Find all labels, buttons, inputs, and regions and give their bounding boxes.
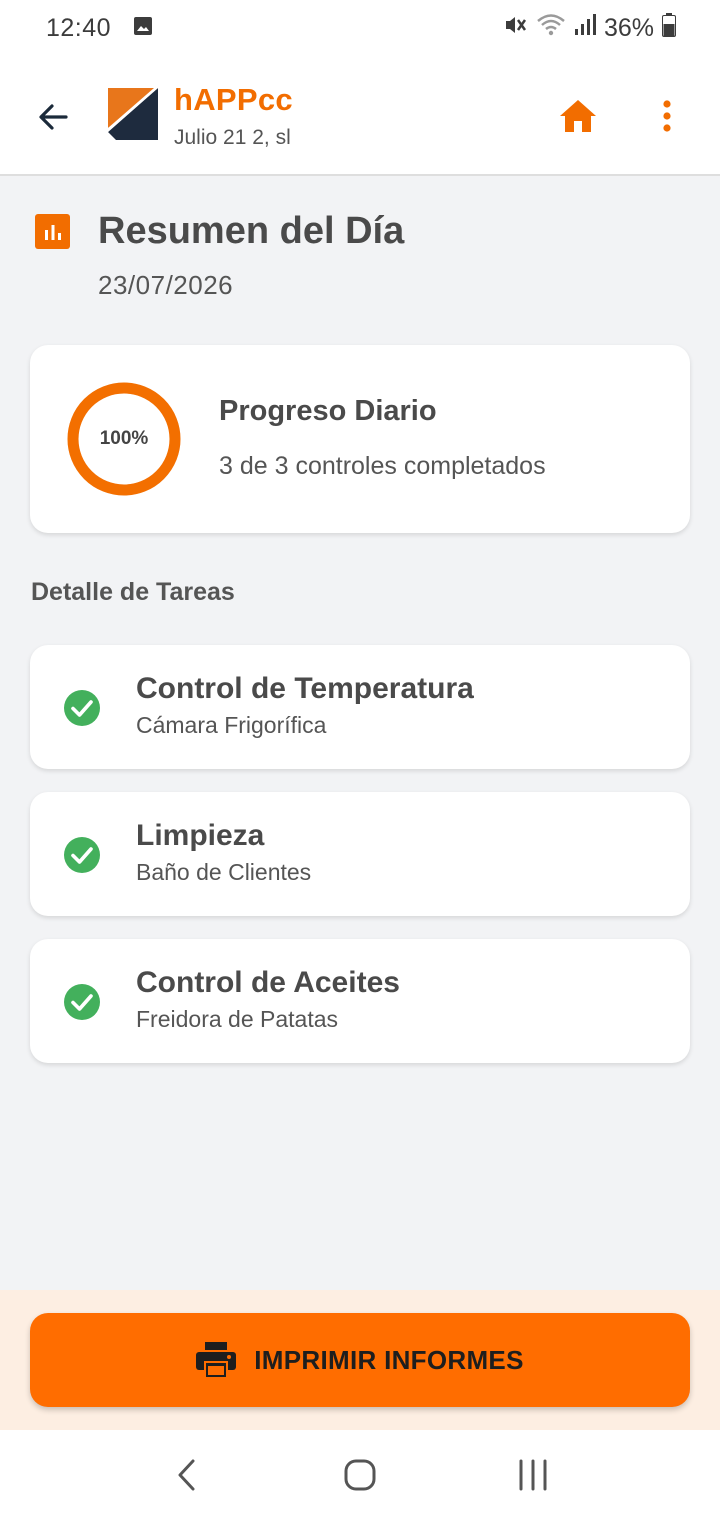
check-circle-icon [64, 984, 100, 1020]
app-logo [108, 88, 158, 140]
nav-recents-button[interactable] [503, 1445, 563, 1505]
section-label: Detalle de Tareas [31, 578, 235, 606]
battery-icon [662, 12, 676, 44]
check-circle-icon [64, 690, 100, 726]
task-title: Control de Aceites [136, 966, 400, 999]
status-time: 12:40 [46, 13, 112, 42]
page-title: Resumen del Día [98, 210, 405, 252]
home-icon [560, 100, 596, 132]
task-card[interactable]: Limpieza Baño de Clientes [30, 792, 690, 916]
battery-percent: 36% [603, 13, 654, 42]
bottom-action-area: IMPRIMIR INFORMES [0, 1290, 720, 1430]
status-bar: 12:40 36% [0, 0, 720, 56]
page-date: 23/07/2026 [98, 270, 234, 300]
task-location: Freidora de Patatas [136, 1006, 339, 1032]
brand: hAPPcc Julio 21 2, sl [174, 82, 293, 150]
task-location: Baño de Clientes [136, 859, 312, 885]
check-circle-icon [64, 837, 100, 873]
screen: 12:40 36% hAPPcc Julio 21 2, sl Resumen … [0, 0, 720, 1520]
brand-name: hAPPcc [174, 82, 293, 117]
progress-percent: 100% [99, 428, 149, 449]
task-title: Limpieza [136, 819, 265, 852]
task-card[interactable]: Control de Temperatura Cámara Frigorífic… [30, 645, 690, 769]
mute-icon [502, 12, 528, 45]
signal-icon [574, 13, 596, 44]
progress-card: 100% Progreso Diario 3 de 3 controles co… [30, 345, 690, 533]
back-arrow-icon [39, 104, 68, 130]
task-title: Control de Temperatura [136, 672, 474, 705]
printer-icon [196, 1342, 237, 1378]
progress-title: Progreso Diario [219, 395, 437, 427]
bar-chart-icon [35, 214, 70, 249]
nav-recents-icon [519, 1459, 547, 1491]
home-button[interactable] [556, 94, 600, 138]
wifi-icon [536, 12, 566, 45]
back-button[interactable] [30, 94, 76, 140]
nav-back-button[interactable] [157, 1445, 217, 1505]
nav-home-icon [344, 1459, 376, 1491]
task-card[interactable]: Control de Aceites Freidora de Patatas [30, 939, 690, 1063]
more-vert-icon [663, 100, 671, 132]
app-bar: hAPPcc Julio 21 2, sl [0, 56, 720, 176]
print-reports-button[interactable]: IMPRIMIR INFORMES [30, 1313, 690, 1407]
nav-back-icon [178, 1459, 195, 1491]
progress-subtitle: 3 de 3 controles completados [219, 452, 546, 480]
nav-home-button[interactable] [330, 1445, 390, 1505]
business-name: Julio 21 2, sl [174, 126, 291, 149]
image-icon [133, 16, 153, 41]
system-nav-bar [0, 1430, 720, 1520]
task-location: Cámara Frigorífica [136, 712, 327, 738]
print-reports-label: IMPRIMIR INFORMES [254, 1344, 524, 1375]
more-options-button[interactable] [650, 94, 684, 138]
